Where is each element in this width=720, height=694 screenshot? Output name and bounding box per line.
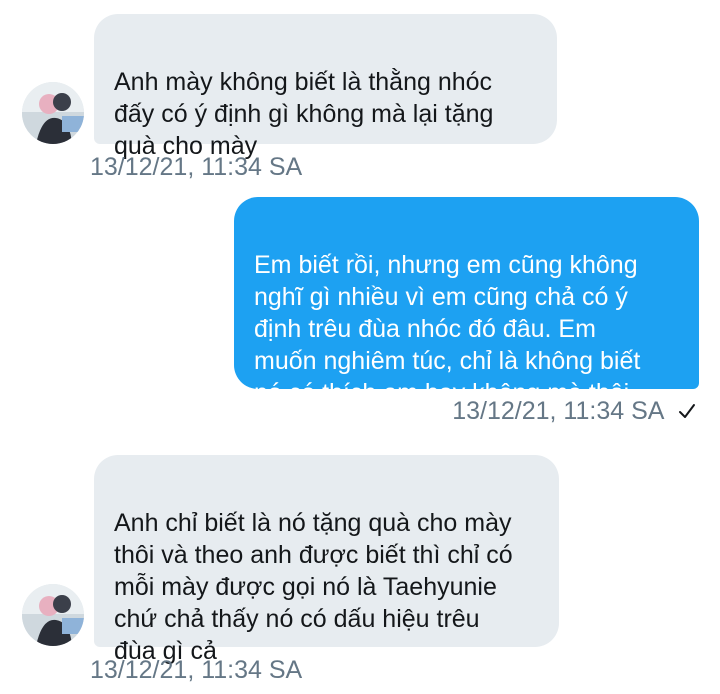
message-bubble-received[interactable]: Anh mày không biết là thằng nhóc đấy có … (94, 14, 557, 160)
message-text: Em biết rồi, nhưng em cũng không nghĩ gì… (254, 251, 641, 407)
message-timestamp: 13/12/21, 11:34 SA (90, 152, 302, 182)
message-text: Anh mày không biết là thằng nhóc đấy có … (114, 68, 494, 160)
message-timestamp: 13/12/21, 11:34 SA (90, 655, 302, 685)
message-bubble-received[interactable]: Anh chỉ biết là nó tặng quà cho mày thôi… (94, 455, 559, 665)
contact-avatar[interactable] (22, 82, 84, 144)
avatar-image (22, 584, 84, 646)
message-bubble-sent[interactable]: Em biết rồi, nhưng em cũng không nghĩ gì… (234, 197, 699, 407)
timestamp-text: 13/12/21, 11:34 SA (90, 656, 303, 684)
message-text: Anh chỉ biết là nó tặng quà cho mày thôi… (114, 509, 513, 665)
timestamp-text: 13/12/21, 11:34 SA (90, 153, 303, 181)
timestamp-text: 13/12/21, 11:34 SA (452, 397, 664, 425)
avatar-image (22, 82, 84, 144)
checkmark-icon (678, 397, 696, 427)
message-timestamp: 13/12/21, 11:34 SA (452, 396, 696, 427)
contact-avatar[interactable] (22, 584, 84, 646)
